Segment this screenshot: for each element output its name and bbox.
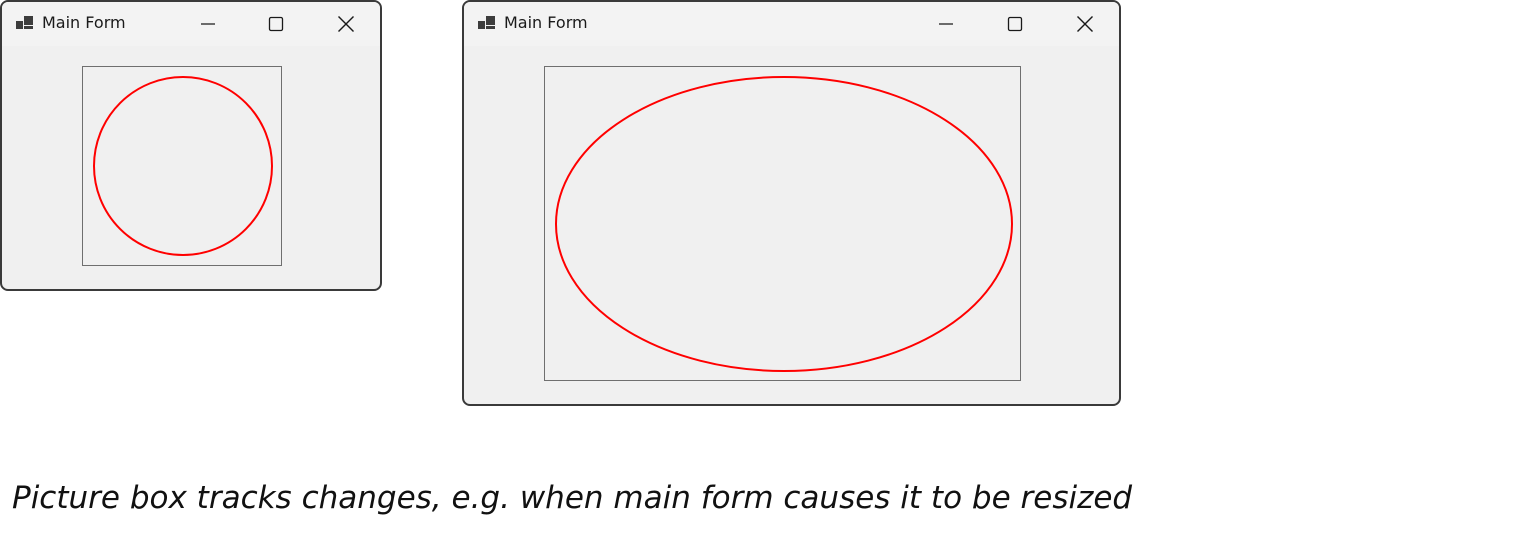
red-circle xyxy=(93,76,273,256)
minimize-icon xyxy=(939,23,953,25)
close-button[interactable] xyxy=(1062,2,1108,46)
close-button[interactable] xyxy=(323,2,369,46)
close-icon xyxy=(1077,16,1093,32)
maximize-button[interactable] xyxy=(992,2,1038,46)
main-form-window-small[interactable]: Main Form xyxy=(0,0,382,291)
close-icon xyxy=(338,16,354,32)
minimize-icon xyxy=(201,23,215,25)
picture-box xyxy=(544,66,1021,381)
picture-box xyxy=(82,66,282,266)
title-bar[interactable]: Main Form xyxy=(2,2,380,46)
maximize-icon xyxy=(1007,16,1023,32)
picture-box-canvas xyxy=(93,76,273,256)
app-window-icon xyxy=(16,16,33,29)
minimize-button[interactable] xyxy=(185,2,231,46)
app-window-icon xyxy=(478,16,495,29)
picture-box-canvas xyxy=(555,76,1013,372)
maximize-button[interactable] xyxy=(253,2,299,46)
minimize-button[interactable] xyxy=(923,2,969,46)
maximize-icon xyxy=(268,16,284,32)
window-title: Main Form xyxy=(42,13,126,32)
red-ellipse xyxy=(555,76,1013,372)
title-bar[interactable]: Main Form xyxy=(464,2,1119,46)
main-form-window-large[interactable]: Main Form xyxy=(462,0,1121,406)
window-title: Main Form xyxy=(504,13,588,32)
caption-text: Picture box tracks changes, e.g. when ma… xyxy=(12,480,1133,516)
